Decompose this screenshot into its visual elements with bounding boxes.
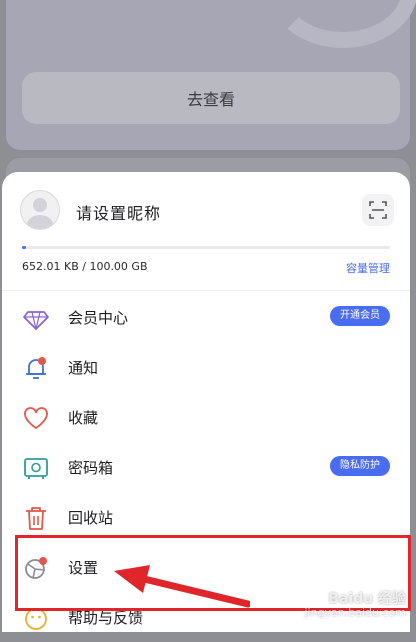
privacy-badge-button[interactable]: 隐私防护 — [330, 456, 390, 476]
storage-usage-text: 652.01 KB / 100.00 GB — [22, 260, 148, 273]
avatar[interactable] — [20, 190, 60, 230]
diamond-icon — [23, 311, 49, 330]
heart-icon — [24, 407, 48, 430]
menu-item-label: 通知 — [68, 359, 99, 377]
pointer-arrow-icon — [114, 565, 250, 608]
menu-item-label: 回收站 — [68, 509, 114, 527]
storage-manage-link[interactable]: 容量管理 — [346, 260, 390, 276]
menu-item-label: 收藏 — [68, 409, 99, 427]
profile-header[interactable]: 请设置昵称 — [20, 190, 394, 232]
watermark-title: Baidu 经验 — [328, 591, 406, 607]
menu-item-notifications[interactable]: 通知 — [2, 342, 410, 392]
view-button[interactable]: 去查看 — [22, 72, 400, 124]
menu-item-favorites[interactable]: 收藏 — [2, 392, 410, 442]
menu-item-label: 密码箱 — [68, 459, 114, 477]
bell-icon — [26, 357, 46, 379]
scan-icon — [369, 201, 387, 219]
background-ring-graphic — [268, 0, 416, 48]
menu-item-vault[interactable]: 密码箱 隐私防护 — [2, 442, 410, 492]
trash-icon — [26, 507, 46, 530]
storage-progress-fill — [22, 246, 26, 249]
background-card: 去查看 — [6, 0, 416, 150]
menu-item-vip[interactable]: 会员中心 开通会员 — [2, 292, 410, 342]
watermark-url: jingyan.baidu.com — [304, 606, 406, 619]
scan-button[interactable] — [362, 194, 394, 226]
menu-item-label: 会员中心 — [68, 309, 129, 327]
vip-badge-button[interactable]: 开通会员 — [330, 306, 390, 326]
nickname-label[interactable]: 请设置昵称 — [76, 200, 161, 224]
storage-progress-bar — [22, 246, 390, 249]
watermark: Baidu 经验 jingyan.baidu.com — [304, 591, 406, 619]
divider — [2, 290, 410, 291]
safe-icon — [24, 458, 48, 479]
